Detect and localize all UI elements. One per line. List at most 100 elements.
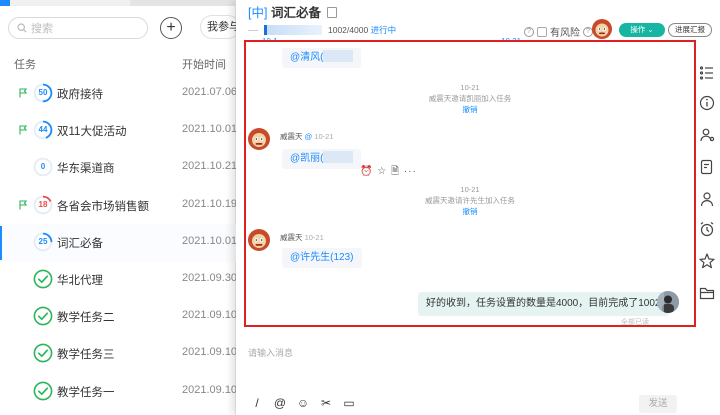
add-task-button[interactable]: + [160, 17, 182, 39]
secondary-tab[interactable] [130, 0, 236, 6]
task-start-date: 2021.07.06 [182, 86, 238, 98]
message-meta: 威震天 10-21 [280, 232, 324, 243]
progress-badge: 0 [40, 162, 46, 172]
task-start-date: 2021.10.01 [182, 234, 238, 247]
file-list-icon[interactable] [698, 158, 716, 176]
message-meta: 威震天 @ 10-21 [280, 131, 334, 142]
alarm-icon[interactable] [698, 220, 716, 238]
message-text: @清风( [290, 52, 324, 63]
my-avatar[interactable] [657, 291, 679, 313]
message-hover-tools[interactable]: ⏰ ☆ 🗎 ··· [360, 164, 417, 181]
risk-label: 有风险 [550, 28, 580, 39]
active-tab-indicator[interactable] [0, 0, 10, 6]
task-name: 教学任务二 [57, 312, 115, 325]
task-category: [中] [248, 6, 268, 20]
flag-icon [19, 88, 28, 98]
task-start-date: 2021.09.10 [182, 309, 238, 322]
task-row[interactable]: 50 政府接待 2021.07.06 [0, 75, 238, 113]
task-start-date: 2021.09.30 [182, 272, 238, 284]
search-placeholder: 搜索 [31, 23, 53, 35]
task-row[interactable]: 华北代理 2021.09.30 [0, 261, 238, 299]
emoji-icon[interactable]: ☺ [296, 396, 310, 410]
message-input[interactable]: 请输入消息 [248, 346, 293, 359]
members-icon[interactable] [698, 126, 716, 144]
star-icon[interactable] [698, 252, 716, 270]
list-icon[interactable] [698, 64, 716, 82]
message-bubble[interactable]: @许先生(123) [282, 248, 362, 268]
progress-report-button[interactable]: 进展汇报 [668, 23, 712, 37]
system-notice: 10-21 威震天邀请凯丽加入任务 撤销 [246, 82, 694, 115]
document-icon[interactable] [327, 7, 338, 18]
user-icon[interactable] [698, 190, 716, 208]
message-bubble[interactable]: @凯丽( [282, 149, 362, 169]
folder-icon[interactable]: ▭ [342, 396, 356, 410]
info-icon[interactable] [698, 94, 716, 112]
task-name: 双11大促活动 [57, 126, 127, 139]
progress-badge: 25 [38, 236, 48, 246]
progress-bar [264, 25, 322, 35]
task-row[interactable]: 25 词汇必备 2021.10.01 [0, 223, 238, 262]
help-icon[interactable]: ? [524, 26, 534, 37]
task-name: 教学任务三 [57, 349, 115, 362]
task-title: [中] 词汇必备 [248, 2, 338, 21]
task-name: 华东渠道商 [57, 163, 115, 176]
folder-icon[interactable] [698, 284, 716, 302]
column-header-start-time: 开始时间 [182, 59, 226, 71]
task-name: 各省会市场销售额 [57, 200, 149, 213]
revoke-link[interactable]: 撤销 [246, 206, 694, 217]
chat-message-area[interactable]: @清风( 10-21 威震天邀请凯丽加入任务 撤销 威震天 @ 10-21 @凯… [244, 40, 696, 327]
sender-avatar[interactable] [248, 229, 270, 251]
task-row[interactable]: 18 各省会市场销售额 2021.10.19 [0, 187, 238, 225]
operate-button[interactable]: 操作 ⌄ [619, 23, 665, 37]
system-notice: 10-21 威震天邀请许先生加入任务 撤销 [246, 184, 694, 217]
search-input[interactable]: 搜索 [8, 17, 148, 39]
task-row[interactable]: 44 双11大促活动 2021.10.01 [0, 112, 238, 150]
task-row[interactable]: 教学任务一 2021.09.10 [0, 373, 237, 411]
task-name: 词汇必备 [57, 237, 103, 250]
task-detail-panel: [中] 词汇必备 1002/4000 进行中 10.1 10.31 ? 有风险 … [236, 0, 720, 415]
completed-icon [33, 381, 53, 400]
app-root: 搜索 + 我参与的 任务 开始时间 50 政府接待 2021.07.06 44 双11大… [0, 0, 720, 415]
progress-count: 1002/4000 [328, 25, 369, 35]
redacted-text [323, 50, 354, 62]
notice-date: 10-21 [460, 83, 480, 92]
top-tab-strip [0, 0, 236, 6]
task-start-date: 2021.09.10 [182, 346, 238, 359]
sender-avatar[interactable] [248, 128, 270, 150]
revoke-link[interactable]: 撤销 [246, 104, 694, 115]
flag-icon [19, 125, 28, 135]
read-status: 全部已读 [621, 319, 649, 326]
progress-axis-line [248, 30, 258, 31]
progress-badge: 50 [38, 88, 48, 97]
risk-checkbox[interactable] [537, 26, 547, 37]
task-start-date: 2021.10.19 [182, 197, 238, 210]
my-message-bubble[interactable]: 好的收到，任务设置的数量是4000，目前完成了1002 [418, 292, 669, 316]
filter-participated-button[interactable]: 我参与的 [200, 15, 240, 39]
task-name: 政府接待 [57, 89, 103, 101]
sender-name: 威震天 [280, 132, 303, 141]
progress-text: 1002/4000 进行中 [328, 24, 396, 36]
notice-date: 10-21 [460, 185, 480, 194]
task-row[interactable]: 教学任务三 2021.09.10 [0, 335, 238, 373]
scissors-icon[interactable]: ✂ [319, 396, 333, 410]
mention-icon[interactable]: @ [273, 396, 287, 410]
completed-icon [33, 269, 53, 289]
status-label: 进行中 [370, 25, 397, 35]
input-toolbar: / @ ☺ ✂ ▭ [250, 396, 356, 410]
message-time: 10-21 [304, 233, 324, 242]
owner-avatar[interactable] [592, 19, 612, 39]
risk-toggle[interactable]: ? 有风险 ? [524, 24, 596, 39]
completed-icon [33, 306, 53, 326]
sender-name: 威震天 [280, 233, 303, 242]
send-button[interactable]: 发送 [639, 395, 677, 413]
task-start-date: 2021.10.01 [182, 123, 238, 136]
task-title-text: 词汇必备 [270, 6, 321, 20]
task-row[interactable]: 0 华东渠道商 2021.10.21 [0, 149, 238, 187]
task-start-date: 2021.10.21 [182, 160, 238, 173]
message-time: 10-21 [314, 132, 334, 141]
message-bubble[interactable]: @清风( [282, 48, 362, 68]
command-icon[interactable]: / [250, 396, 264, 410]
task-row[interactable]: 教学任务二 2021.09.10 [0, 298, 238, 336]
notice-text: 威震天邀请凯丽加入任务 [428, 94, 512, 103]
mention-sign: @ [304, 132, 313, 141]
